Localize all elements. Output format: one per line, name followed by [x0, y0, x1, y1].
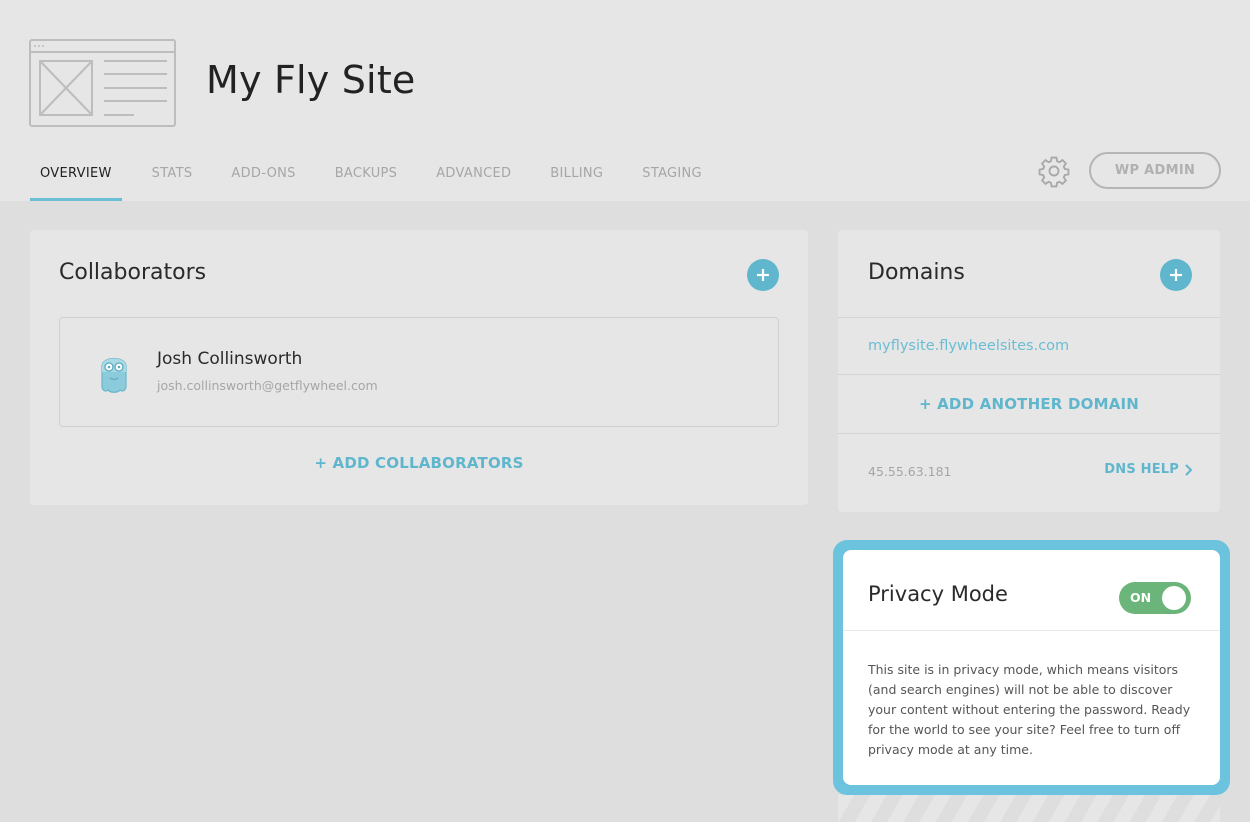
add-collaborators-link[interactable]: + ADD COLLABORATORS	[30, 454, 808, 472]
collaborator-list-item[interactable]: Josh Collinsworth josh.collinsworth@getf…	[59, 317, 779, 427]
dns-help-link[interactable]: DNS HELP	[1104, 462, 1192, 477]
tab-overview[interactable]: OVERVIEW	[30, 160, 122, 201]
privacy-mode-highlight: Privacy Mode ON This site is in privacy …	[833, 540, 1230, 795]
collaborator-name: Josh Collinsworth	[157, 349, 303, 369]
gear-icon[interactable]	[1037, 154, 1071, 188]
striped-placeholder	[838, 795, 1220, 822]
chevron-right-icon	[1185, 463, 1192, 476]
tab-add-ons[interactable]: ADD-ONS	[231, 160, 295, 201]
tab-stats[interactable]: STATS	[152, 160, 193, 201]
domains-title: Domains	[868, 260, 965, 285]
add-collaborator-button[interactable]	[747, 259, 779, 291]
tab-bar: OVERVIEW STATS ADD-ONS BACKUPS ADVANCED …	[30, 160, 741, 201]
collaborator-email: josh.collinsworth@getflywheel.com	[157, 378, 378, 393]
domains-card: Domains myflysite.flywheelsites.com + AD…	[838, 230, 1220, 512]
dns-help-label: DNS HELP	[1104, 462, 1179, 477]
plus-icon	[757, 269, 769, 281]
privacy-mode-toggle[interactable]: ON	[1119, 582, 1191, 614]
add-another-domain-link[interactable]: + ADD ANOTHER DOMAIN	[838, 395, 1220, 413]
wp-admin-button[interactable]: WP ADMIN	[1089, 152, 1221, 189]
divider	[838, 374, 1220, 375]
tab-backups[interactable]: BACKUPS	[335, 160, 398, 201]
divider	[838, 317, 1220, 318]
plus-icon	[1170, 269, 1182, 281]
site-header: My Fly Site OVERVIEW STATS ADD-ONS BACKU…	[0, 0, 1250, 201]
divider	[838, 433, 1220, 434]
divider	[843, 630, 1220, 631]
primary-domain-link[interactable]: myflysite.flywheelsites.com	[868, 338, 1069, 354]
ip-address: 45.55.63.181	[868, 464, 952, 479]
tab-billing[interactable]: BILLING	[550, 160, 603, 201]
toggle-knob	[1162, 586, 1186, 610]
privacy-mode-title: Privacy Mode	[868, 582, 1008, 606]
privacy-mode-card: Privacy Mode ON This site is in privacy …	[843, 550, 1220, 785]
collaborators-card: Collaborators Josh Collinsworth josh.col…	[30, 230, 808, 505]
site-title: My Fly Site	[206, 58, 416, 102]
tab-advanced[interactable]: ADVANCED	[436, 160, 511, 201]
toggle-state-label: ON	[1130, 590, 1152, 605]
privacy-mode-description: This site is in privacy mode, which mean…	[868, 662, 1191, 757]
owl-avatar-icon	[101, 357, 127, 393]
tab-staging[interactable]: STAGING	[642, 160, 702, 201]
collaborators-title: Collaborators	[59, 260, 207, 285]
site-thumbnail-icon	[29, 39, 176, 127]
add-domain-button[interactable]	[1160, 259, 1192, 291]
